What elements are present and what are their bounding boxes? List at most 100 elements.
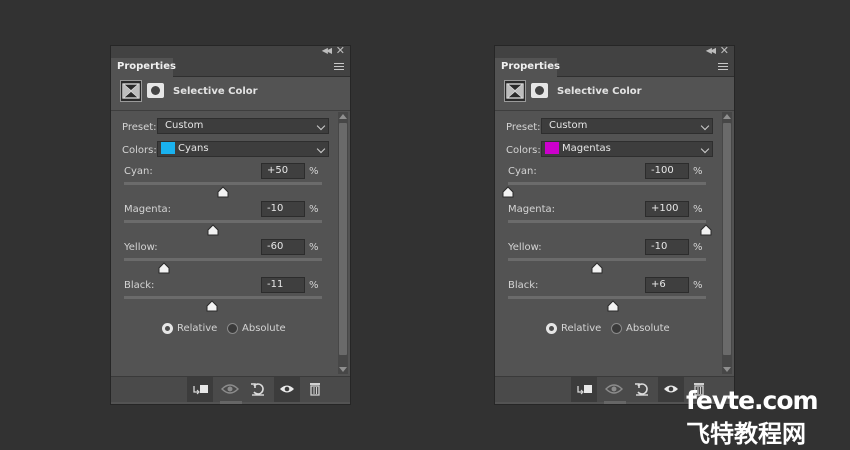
scrollbar[interactable]: [338, 112, 348, 374]
scroll-up-arrow-icon[interactable]: [723, 114, 731, 119]
magenta-percent: %: [309, 204, 319, 215]
preset-label: Preset:: [506, 122, 541, 133]
watermark-site-name: 飞特教程网: [686, 420, 806, 448]
scroll-down-arrow-icon[interactable]: [723, 367, 731, 372]
clip-to-layer-button[interactable]: [187, 377, 213, 402]
close-icon[interactable]: ✕: [720, 44, 729, 57]
view-previous-state-icon: [605, 384, 623, 394]
preset-select[interactable]: Custom: [157, 118, 329, 134]
resize-grip[interactable]: [219, 401, 242, 404]
selective-color-layer-icon[interactable]: [120, 80, 142, 102]
eye-icon: [664, 385, 678, 393]
black-slider-thumb[interactable]: [206, 300, 218, 312]
scrollbar[interactable]: [722, 112, 732, 374]
color-swatch: [161, 142, 175, 154]
panel-title-bar: ◀◀ ✕: [111, 44, 350, 58]
tab-properties[interactable]: Properties: [495, 58, 560, 77]
cyan-slider-track[interactable]: [124, 182, 322, 185]
slider-label-magenta: Magenta:: [508, 204, 556, 215]
colors-value: Magentas: [562, 143, 611, 154]
relative-radio[interactable]: [546, 323, 557, 334]
reset-button[interactable]: [629, 377, 655, 402]
cyan-value-field[interactable]: -100: [645, 163, 689, 179]
black-percent: %: [309, 280, 319, 291]
black-percent: %: [693, 280, 703, 291]
visibility-toggle-button[interactable]: [658, 377, 684, 402]
preset-value: Custom: [549, 120, 588, 131]
absolute-label[interactable]: Absolute: [626, 323, 670, 334]
layer-mask-icon[interactable]: [531, 83, 548, 98]
reset-icon: [635, 383, 648, 396]
yellow-slider-thumb[interactable]: [158, 262, 170, 274]
colors-label: Colors:: [506, 145, 541, 156]
view-previous-state-button[interactable]: [216, 377, 242, 402]
relative-radio[interactable]: [162, 323, 173, 334]
cyan-slider-thumb[interactable]: [502, 186, 514, 198]
colors-select[interactable]: Cyans: [157, 141, 329, 157]
magenta-slider-thumb[interactable]: [700, 224, 712, 236]
cyan-value-field[interactable]: +50: [261, 163, 305, 179]
delete-button[interactable]: [303, 377, 329, 402]
double-chevron-left-icon[interactable]: ◀◀: [706, 46, 716, 55]
absolute-radio[interactable]: [611, 323, 622, 334]
preset-select[interactable]: Custom: [541, 118, 713, 134]
adjustment-title: Selective Color: [173, 86, 258, 97]
magenta-slider-thumb[interactable]: [207, 224, 219, 236]
cyan-slider-track[interactable]: [508, 182, 706, 185]
visibility-toggle-button[interactable]: [274, 377, 300, 402]
layer-mask-icon[interactable]: [147, 83, 164, 98]
tab-properties[interactable]: Properties: [111, 58, 176, 77]
magenta-slider-track[interactable]: [508, 220, 706, 223]
watermark-domain: fevte.com: [686, 386, 819, 415]
black-slider-track[interactable]: [124, 296, 322, 299]
chevron-down-icon: [700, 121, 710, 131]
yellow-value-field[interactable]: -10: [645, 239, 689, 255]
panel-menu-icon[interactable]: [334, 63, 344, 70]
absolute-radio[interactable]: [227, 323, 238, 334]
cyan-percent: %: [309, 166, 319, 177]
colors-select[interactable]: Magentas: [541, 141, 713, 157]
chevron-down-icon: [316, 121, 326, 131]
yellow-slider-track[interactable]: [508, 258, 706, 261]
absolute-label[interactable]: Absolute: [242, 323, 286, 334]
scroll-up-arrow-icon[interactable]: [339, 114, 347, 119]
resize-grip[interactable]: [603, 401, 626, 404]
black-value-field[interactable]: +6: [645, 277, 689, 293]
relative-label[interactable]: Relative: [561, 323, 601, 334]
magenta-value-field[interactable]: -10: [261, 201, 305, 217]
yellow-value-field[interactable]: -60: [261, 239, 305, 255]
black-value-field[interactable]: -11: [261, 277, 305, 293]
scrollbar-thumb[interactable]: [339, 123, 347, 355]
panel-footer: [111, 376, 350, 402]
color-swatch: [545, 142, 559, 154]
slider-label-yellow: Yellow:: [124, 242, 158, 253]
slider-label-cyan: Cyan:: [508, 166, 537, 177]
magenta-percent: %: [693, 204, 703, 215]
black-slider-thumb[interactable]: [607, 300, 619, 312]
magenta-slider-track[interactable]: [124, 220, 322, 223]
colors-label: Colors:: [122, 145, 157, 156]
chevron-down-icon: [700, 144, 710, 154]
cyan-slider-thumb[interactable]: [217, 186, 229, 198]
black-slider-track[interactable]: [508, 296, 706, 299]
slider-label-black: Black:: [124, 280, 155, 291]
view-previous-state-button[interactable]: [600, 377, 626, 402]
double-chevron-left-icon[interactable]: ◀◀: [322, 46, 332, 55]
selective-color-layer-icon[interactable]: [504, 80, 526, 102]
panel-menu-icon[interactable]: [718, 63, 728, 70]
magenta-value-field[interactable]: +100: [645, 201, 689, 217]
properties-panel-right: ◀◀ ✕ Properties Selective Color Preset: …: [494, 44, 735, 405]
yellow-slider-track[interactable]: [124, 258, 322, 261]
scrollbar-thumb[interactable]: [723, 123, 731, 355]
clip-to-layer-button[interactable]: [571, 377, 597, 402]
tab-row: Properties: [111, 58, 350, 77]
slider-label-yellow: Yellow:: [508, 242, 542, 253]
yellow-slider-thumb[interactable]: [591, 262, 603, 274]
scroll-down-arrow-icon[interactable]: [339, 367, 347, 372]
yellow-percent: %: [309, 242, 319, 253]
reset-button[interactable]: [245, 377, 271, 402]
relative-label[interactable]: Relative: [177, 323, 217, 334]
close-icon[interactable]: ✕: [336, 44, 345, 57]
eye-icon: [280, 385, 294, 393]
divider: [111, 110, 350, 111]
